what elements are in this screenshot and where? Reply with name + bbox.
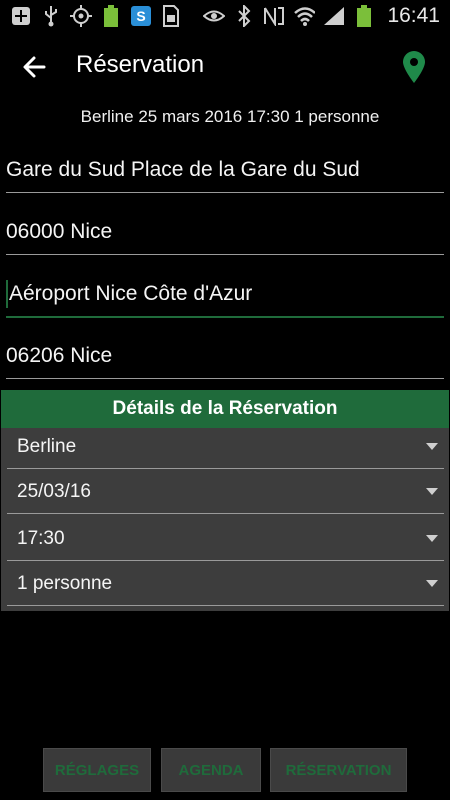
bluetooth-icon <box>233 5 255 27</box>
dropoff-address-field[interactable]: Aéroport Nice Côte d'Azur <box>6 272 444 318</box>
wifi-icon <box>293 5 316 27</box>
time-value: 17:30 <box>17 528 65 549</box>
date-value: 25/03/16 <box>17 481 91 502</box>
nfc-icon <box>263 5 285 27</box>
location-crosshair-icon <box>70 5 92 27</box>
text-cursor <box>6 280 8 308</box>
booking-summary: Berline 25 mars 2016 17:30 1 personne <box>80 107 380 126</box>
dropoff-city-value: 06206 Nice <box>6 344 113 367</box>
clock: 16:41 <box>387 4 440 27</box>
pickup-city-value: 06000 Nice <box>6 220 113 243</box>
pickup-address-value: Gare du Sud Place de la Gare du Sud <box>6 158 360 181</box>
app-bar: Réservation <box>0 32 450 102</box>
svg-text:S: S <box>136 8 145 24</box>
date-dropdown[interactable]: 25/03/16 <box>7 473 444 514</box>
details-header: Détails de la Réservation <box>1 390 449 428</box>
back-arrow-icon[interactable] <box>18 50 52 84</box>
skype-icon: S <box>130 5 152 27</box>
passengers-value: 1 personne <box>17 573 113 594</box>
sim-icon <box>160 5 182 27</box>
page-title: Réservation <box>76 51 205 78</box>
status-bar: S 16:41 <box>0 0 450 32</box>
dropdown-arrow-icon <box>426 488 438 495</box>
settings-button[interactable]: RÉGLAGES <box>43 748 151 792</box>
reservation-button[interactable]: RÉSERVATION <box>270 748 407 792</box>
dropdown-arrow-icon <box>426 580 438 587</box>
pickup-city-field[interactable]: 06000 Nice <box>6 210 444 255</box>
vehicle-dropdown[interactable]: Berline <box>7 428 444 469</box>
pickup-address-field[interactable]: Gare du Sud Place de la Gare du Sud <box>6 148 444 193</box>
usb-icon <box>40 5 62 27</box>
details-title: Détails de la Réservation <box>112 398 338 419</box>
map-pin-icon[interactable] <box>402 50 426 84</box>
battery-icon <box>353 5 375 27</box>
vehicle-value: Berline <box>17 436 77 457</box>
dropdown-arrow-icon <box>426 535 438 542</box>
battery-100-icon <box>100 5 122 27</box>
details-panel: Berline 25/03/16 17:30 1 personne <box>1 428 449 611</box>
time-dropdown[interactable]: 17:30 <box>7 520 444 561</box>
dropoff-city-field[interactable]: 06206 Nice <box>6 334 444 379</box>
passengers-dropdown[interactable]: 1 personne <box>7 565 444 606</box>
agenda-button[interactable]: AGENDA <box>161 748 261 792</box>
dropdown-arrow-icon <box>426 443 438 450</box>
plus-box-icon <box>10 5 32 27</box>
dropoff-address-value: Aéroport Nice Côte d'Azur <box>9 282 253 305</box>
eye-icon <box>203 5 226 27</box>
signal-icon <box>323 5 345 27</box>
